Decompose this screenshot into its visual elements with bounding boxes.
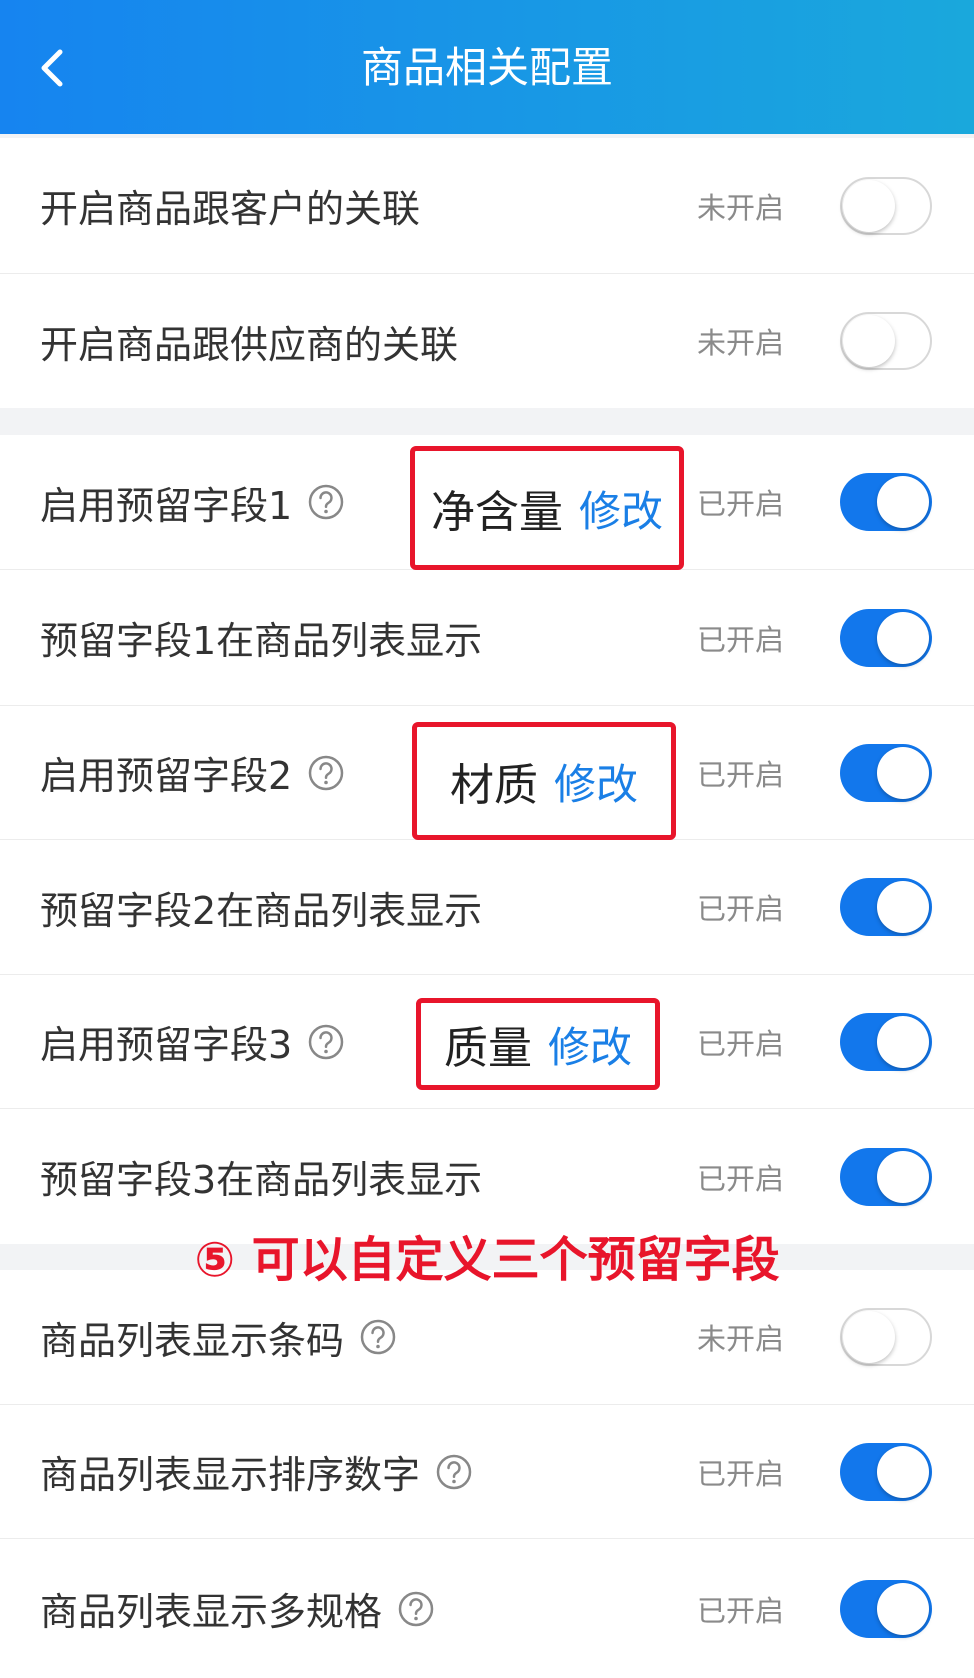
- setting-label: 启用预留字段1: [40, 435, 346, 569]
- reserved-field-2-box: 材质 修改: [412, 722, 676, 840]
- status-text: 已开启: [696, 1026, 784, 1061]
- toggle-switch[interactable]: [840, 473, 932, 531]
- toggle-switch[interactable]: [840, 878, 932, 936]
- question-circle-icon[interactable]: [358, 1317, 398, 1357]
- toggle-knob: [877, 611, 929, 664]
- toggle-knob: [877, 1150, 929, 1203]
- setting-label-text: 商品列表显示多规格: [40, 1590, 383, 1634]
- toggle-knob: [877, 881, 929, 933]
- setting-label: 开启商品跟客户的关联: [40, 187, 421, 231]
- field-name: 材质: [449, 760, 538, 811]
- setting-row-show-multi-spec: 商品列表显示多规格 已开启: [0, 1539, 974, 1678]
- status-text: 已开启: [696, 487, 784, 521]
- status-text: 已开启: [696, 622, 784, 657]
- reserved-field-1-box: 净含量 修改: [410, 446, 684, 570]
- toggle-switch[interactable]: [840, 1147, 932, 1206]
- setting-label-text: 商品列表显示条码: [40, 1318, 345, 1363]
- toggle-knob: [843, 1311, 895, 1363]
- toggle-knob: [843, 315, 895, 367]
- setting-label: 商品列表显示多规格: [40, 1539, 436, 1678]
- question-circle-icon[interactable]: [396, 1589, 436, 1629]
- setting-row-field-2-display: 预留字段2在商品列表显示 已开启: [0, 840, 974, 975]
- setting-label: 预留字段2在商品列表显示: [40, 888, 483, 933]
- toggle-switch[interactable]: [840, 608, 932, 667]
- field-name: 质量: [443, 1023, 532, 1074]
- page-title: 商品相关配置: [360, 43, 613, 92]
- toggle-knob: [877, 1015, 929, 1068]
- status-text: 已开启: [696, 1593, 784, 1628]
- reserved-field-3-box: 质量 修改: [416, 998, 660, 1090]
- status-text: 已开启: [696, 1456, 784, 1491]
- status-text: 未开启: [696, 326, 784, 360]
- toggle-switch[interactable]: [840, 1308, 932, 1366]
- toggle-knob: [877, 1582, 929, 1635]
- toggle-switch[interactable]: [840, 1012, 932, 1071]
- toggle-switch[interactable]: [840, 176, 932, 235]
- setting-label-text: 启用预留字段2: [40, 754, 293, 798]
- toggle-switch[interactable]: [840, 312, 932, 370]
- setting-row-show-sort-number: 商品列表显示排序数字 已开启: [0, 1405, 974, 1539]
- toggle-knob: [877, 476, 929, 528]
- toggle-switch[interactable]: [840, 1579, 932, 1638]
- question-circle-icon[interactable]: [306, 1022, 346, 1062]
- setting-label-text: 启用预留字段3: [40, 1023, 293, 1067]
- setting-row-customer-link: 开启商品跟客户的关联 未开启: [0, 138, 974, 274]
- setting-label: 预留字段1在商品列表显示: [40, 619, 483, 663]
- toggle-knob: [877, 1445, 929, 1498]
- setting-row-field-1-display: 预留字段1在商品列表显示 已开启: [0, 570, 974, 706]
- status-text: 未开启: [696, 190, 784, 225]
- setting-label-text: 商品列表显示排序数字: [40, 1453, 421, 1497]
- question-circle-icon[interactable]: [306, 753, 346, 793]
- setting-label: 开启商品跟供应商的关联: [40, 322, 459, 367]
- question-circle-icon[interactable]: [434, 1452, 474, 1492]
- setting-row-field-3-display: 预留字段3在商品列表显示 已开启: [0, 1109, 974, 1244]
- annotation-text: ⑤ 可以自定义三个预留字段: [194, 1232, 780, 1288]
- setting-label: 启用预留字段2: [40, 706, 346, 839]
- status-text: 已开启: [696, 892, 784, 926]
- setting-label: 商品列表显示排序数字: [40, 1405, 474, 1538]
- toggle-switch[interactable]: [840, 1442, 932, 1501]
- setting-label: 启用预留字段3: [40, 975, 346, 1108]
- setting-label-text: 启用预留字段1: [40, 483, 293, 528]
- edit-field-3-link[interactable]: 修改: [548, 1014, 632, 1075]
- toggle-knob: [843, 179, 895, 232]
- field-name: 净含量: [430, 487, 563, 538]
- toggle-switch[interactable]: [840, 743, 932, 802]
- setting-label: 预留字段3在商品列表显示: [40, 1158, 483, 1202]
- edit-field-2-link[interactable]: 修改: [554, 751, 638, 812]
- status-text: 已开启: [696, 1161, 784, 1196]
- setting-row-supplier-link: 开启商品跟供应商的关联 未开启: [0, 274, 974, 408]
- app-header: 商品相关配置: [0, 0, 974, 134]
- toggle-knob: [877, 746, 929, 799]
- status-text: 已开启: [696, 757, 784, 792]
- edit-field-1-link[interactable]: 修改: [579, 478, 663, 539]
- question-circle-icon[interactable]: [306, 482, 346, 522]
